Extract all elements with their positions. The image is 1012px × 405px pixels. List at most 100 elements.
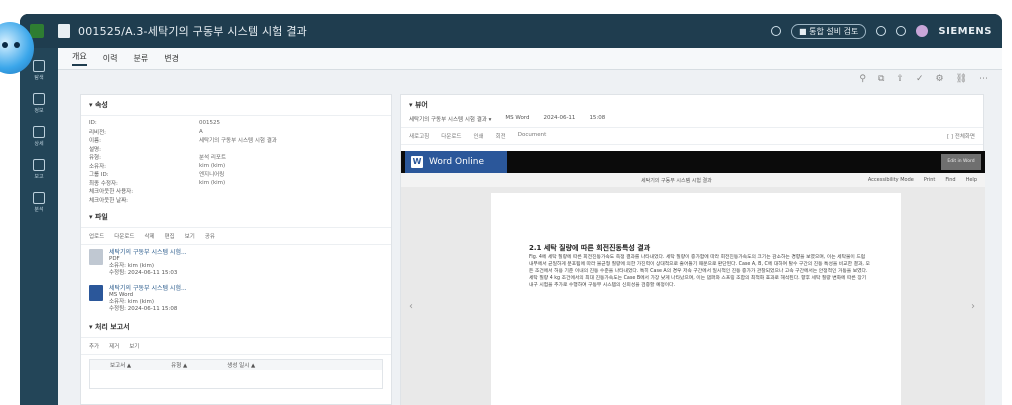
refresh-button[interactable]: 새로고침 <box>409 132 429 140</box>
report-header[interactable]: ▾ 처리 보고서 <box>81 317 391 338</box>
viewer-header[interactable]: ▾ 뷰어 <box>401 95 983 115</box>
file-name[interactable]: 세탁기의 구동부 시스템 시험... <box>109 249 187 256</box>
property-value: 분석 리포트 <box>199 155 227 162</box>
tab-overview[interactable]: 개요 <box>72 51 87 66</box>
column-header[interactable]: 보고서 ▲ <box>110 361 131 369</box>
document-button[interactable]: Document <box>518 132 547 140</box>
rail-icon-5[interactable] <box>33 192 45 204</box>
bot-eye <box>14 42 20 48</box>
app-icon[interactable] <box>30 24 44 38</box>
edit-in-word-button[interactable]: Edit in Word <box>941 154 981 170</box>
copy-icon[interactable]: ⧉ <box>878 74 884 84</box>
property-row: 소유자: kim (kim) <box>89 162 383 171</box>
help-button[interactable]: Help <box>966 177 977 183</box>
settings-icon[interactable] <box>896 26 907 36</box>
accessibility-button[interactable]: Accessibility Mode <box>868 177 914 183</box>
more-icon[interactable]: ⋯ <box>979 74 988 84</box>
search-icon[interactable] <box>771 26 782 36</box>
share-button[interactable]: 공유 <box>205 232 215 240</box>
document-icon <box>58 24 70 38</box>
file-item[interactable]: 세탁기의 구동부 시스템 시험... PDF 소유자: kim (kim) 수정… <box>81 245 391 281</box>
file-date: 수정됨: 2024-06-11 15:08 <box>109 306 178 312</box>
report-table: 보고서 ▲ 유형 ▲ 생성 일시 ▲ <box>89 359 383 389</box>
word-online-badge: W Word Online <box>405 151 507 173</box>
remove-button[interactable]: 제거 <box>109 342 119 350</box>
file-name[interactable]: 세탁기의 구동부 시스템 시험... <box>109 285 187 292</box>
upload-button[interactable]: 업로드 <box>89 232 104 240</box>
word-tools: Accessibility Mode Print Find Help <box>868 177 985 183</box>
tab-history[interactable]: 이력 <box>103 53 118 64</box>
viewer-panel: ▾ 뷰어 세탁기의 구동부 시스템 시험 결과 ▾ MS Word 2024-0… <box>400 94 985 405</box>
file-date: 수정됨: 2024-06-11 15:03 <box>109 270 178 276</box>
file-owner: 소유자: kim (kim) <box>109 299 154 305</box>
find-button[interactable]: Find <box>945 177 955 183</box>
property-key: 소유자: <box>89 163 107 170</box>
add-button[interactable]: 추가 <box>89 342 99 350</box>
property-value: kim (kim) <box>199 162 226 169</box>
property-row: 리비전: A <box>89 128 383 137</box>
property-key: 설명: <box>89 146 101 153</box>
view-button[interactable]: 보기 <box>129 342 139 350</box>
rotate-button[interactable]: 회전 <box>496 132 506 140</box>
property-key: 리비전: <box>89 129 107 136</box>
document-page: 2.1 세탁 질량에 따른 회전진동특성 결과 Fig. 4에 세탁 질량에 따… <box>491 193 901 405</box>
pdf-file-icon <box>89 249 103 265</box>
document-time: 15:08 <box>589 115 606 121</box>
tab-classification[interactable]: 분류 <box>133 53 148 64</box>
files-header[interactable]: ▾ 파일 <box>81 207 391 228</box>
document-selector[interactable]: 세탁기의 구동부 시스템 시험 결과 ▾ <box>409 115 491 123</box>
properties-header[interactable]: ▾ 속성 <box>81 95 391 116</box>
bell-icon[interactable] <box>876 26 887 36</box>
doc-heading: 2.1 세탁 질량에 따른 회전진동특성 결과 <box>529 244 651 252</box>
property-value: A <box>199 128 203 135</box>
share-icon[interactable]: ⇪ <box>896 74 904 84</box>
main-area: 개요 이력 분류 변경 ⚲ ⧉ ⇪ ✓ ⚙ ⛓ ⋯ ▾ 속성 ID: 001525… <box>58 48 1002 405</box>
file-type: PDF <box>109 256 120 262</box>
word-online-label: Word Online <box>429 157 485 167</box>
rail-icon-2[interactable] <box>33 93 45 105</box>
rail-icon-3[interactable] <box>33 126 45 138</box>
tab-changes[interactable]: 변경 <box>164 53 179 64</box>
edit-button[interactable]: 편집 <box>165 232 175 240</box>
top-right-tools: ■ 통합 설비 검토 SIEMENS <box>771 14 992 48</box>
download-button[interactable]: 다운로드 <box>441 132 461 140</box>
word-subbar: 세탁기의 구동부 시스템 시험 결과 Accessibility Mode Pr… <box>401 173 985 187</box>
link-icon[interactable]: ⛓ <box>956 74 967 84</box>
property-value: 엔지니어링 <box>199 172 225 179</box>
property-key: 체크아웃한 사용자: <box>89 189 134 196</box>
download-button[interactable]: 다운로드 <box>114 232 134 240</box>
files-toolbar: 업로드 다운로드 삭제 편집 보기 공유 <box>81 228 391 245</box>
file-item[interactable]: 세탁기의 구동부 시스템 시험... MS Word 소유자: kim (kim… <box>81 281 391 317</box>
delete-button[interactable]: 삭제 <box>144 232 154 240</box>
next-page-icon[interactable]: › <box>971 301 975 312</box>
avatar[interactable] <box>916 25 929 37</box>
file-owner: 소유자: kim (kim) <box>109 263 154 269</box>
gear-icon[interactable]: ⚙ <box>935 74 943 84</box>
property-value: kim (kim) <box>199 179 226 186</box>
property-value: 001525 <box>199 120 220 127</box>
check-icon[interactable]: ✓ <box>916 74 924 84</box>
print-button[interactable]: Print <box>924 177 936 183</box>
action-toolbar: ⚲ ⧉ ⇪ ✓ ⚙ ⛓ ⋯ <box>58 70 1002 88</box>
viewer-subheader: 세탁기의 구동부 시스템 시험 결과 ▾ MS Word 2024-06-11 … <box>401 115 983 127</box>
word-online-bar: W Word Online Edit in Word <box>401 151 985 173</box>
filter-icon[interactable]: ⚲ <box>859 74 866 84</box>
rail-icon-1[interactable] <box>33 60 45 72</box>
rail-label: 탐색 <box>34 75 44 81</box>
prev-page-icon[interactable]: ‹ <box>409 301 413 312</box>
property-key: 그룹 ID: <box>89 172 109 179</box>
property-key: 최종 수정자: <box>89 180 118 187</box>
screen-frame: 001525/A.3-세탁기의 구동부 시스템 시험 결과 ■ 통합 설비 검토… <box>0 0 1012 405</box>
print-button[interactable]: 인쇄 <box>474 132 484 140</box>
workspace-pill[interactable]: ■ 통합 설비 검토 <box>791 23 867 39</box>
column-header[interactable]: 유형 ▲ <box>171 361 187 369</box>
document-canvas: ‹ 2.1 세탁 질량에 따른 회전진동특성 결과 Fig. 4에 세탁 질량에… <box>401 187 985 405</box>
file-type: MS Word <box>109 292 134 298</box>
view-button[interactable]: 보기 <box>185 232 195 240</box>
column-header[interactable]: 생성 일시 ▲ <box>227 361 255 369</box>
rail-icon-4[interactable] <box>33 159 45 171</box>
window-title: 001525/A.3-세탁기의 구동부 시스템 시험 결과 <box>78 25 307 38</box>
title-bar: 001525/A.3-세탁기의 구동부 시스템 시험 결과 ■ 통합 설비 검토… <box>20 14 1002 48</box>
fullscreen-button[interactable]: [ ] 전체화면 <box>947 132 975 140</box>
brand-logo: SIEMENS <box>938 25 992 37</box>
